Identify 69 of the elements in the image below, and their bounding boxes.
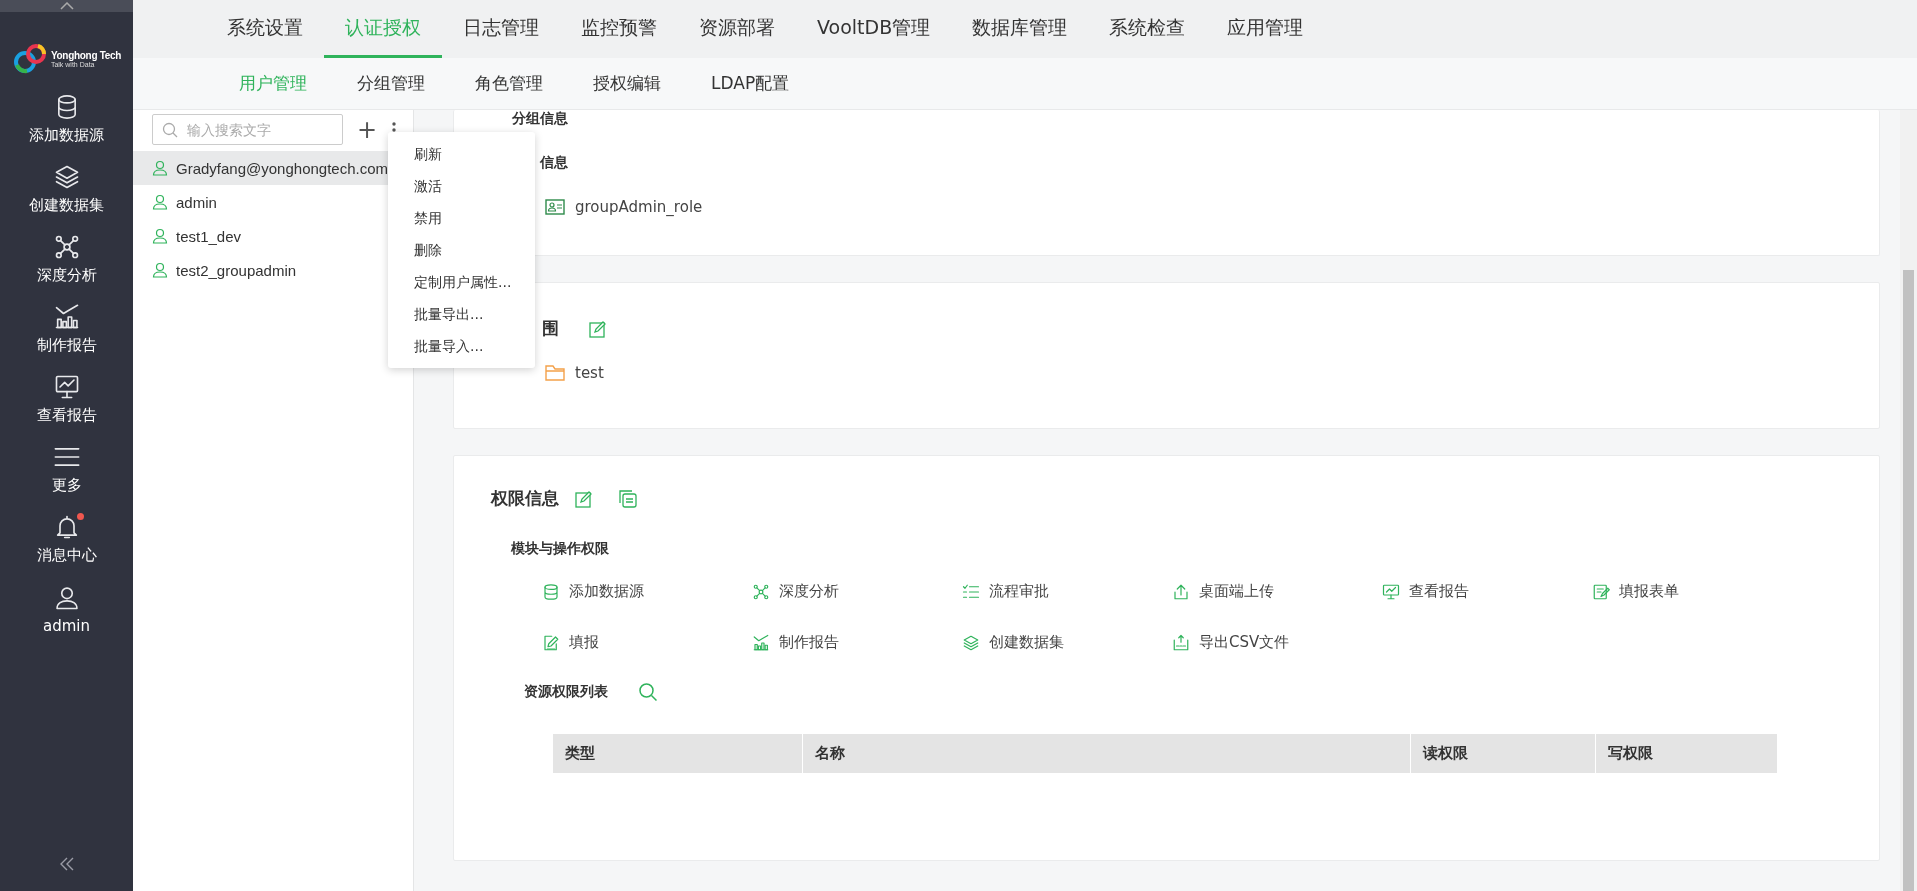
chevron-up-icon[interactable] (59, 2, 74, 10)
module-label: 创建数据集 (989, 633, 1064, 652)
nav-label[interactable]: 添加数据源 (29, 126, 104, 145)
top-tab[interactable]: 日志管理 (442, 0, 560, 58)
search-field[interactable]: 输入搜索文字 (152, 114, 343, 145)
scrollbar-thumb[interactable] (1903, 270, 1914, 891)
menu-item[interactable]: 批量导入... (388, 330, 535, 362)
logo-name: Yonghong Tech (50, 50, 122, 61)
top-tab[interactable]: 监控预警 (560, 0, 678, 58)
sub-tab[interactable]: 角色管理 (450, 58, 568, 109)
nav-label[interactable]: 创建数据集 (29, 196, 104, 215)
edit-icon[interactable] (575, 489, 593, 508)
user-icon (152, 160, 168, 176)
sub-tab[interactable]: 分组管理 (332, 58, 450, 109)
top-tab[interactable]: VooltDB管理 (796, 0, 952, 58)
network-icon (752, 582, 770, 601)
menu-item[interactable]: 批量导出... (388, 298, 535, 330)
section-subheading: 分组信息 (512, 110, 569, 128)
folder-name: test (575, 364, 604, 382)
module-label: 桌面端上传 (1199, 582, 1274, 601)
column-header: 写权限 (1596, 734, 1778, 773)
nav-label[interactable]: 查看报告 (36, 406, 97, 425)
module-label: 导出CSV文件 (1199, 633, 1290, 652)
module-label: 填报表单 (1619, 582, 1679, 601)
nav-label[interactable]: admin (43, 616, 90, 635)
nav-label[interactable]: 深度分析 (36, 266, 97, 285)
nav-label[interactable]: 更多 (51, 476, 82, 495)
collapse-icon[interactable] (58, 857, 75, 871)
column-header: 名称 (803, 734, 1411, 773)
top-tab[interactable]: 数据库管理 (951, 0, 1089, 58)
user-icon (152, 194, 168, 210)
column-header: 类型 (553, 734, 803, 773)
edit-document-icon (542, 633, 560, 652)
module-label: 添加数据源 (569, 582, 644, 601)
csv-file-icon (1172, 633, 1190, 652)
module-label: 填报 (569, 633, 599, 652)
sub-tab[interactable]: 授权编辑 (568, 58, 686, 109)
edit-icon[interactable] (589, 319, 607, 338)
top-tab[interactable]: 系统设置 (206, 0, 324, 58)
section-subheading: 模块与操作权限 (510, 540, 610, 558)
nav-label[interactable]: 消息中心 (36, 546, 97, 565)
search-icon[interactable] (638, 682, 658, 702)
role-name: groupAdmin_role (575, 198, 703, 216)
folder-icon (545, 365, 565, 381)
module-label: 深度分析 (779, 582, 839, 601)
section-subheading: 信息 (539, 154, 569, 172)
checklist-icon (962, 582, 980, 601)
user-icon (152, 228, 168, 244)
section-heading: 权限信息 (491, 487, 559, 510)
top-tab[interactable]: 系统检查 (1088, 0, 1207, 58)
add-button[interactable]: + (357, 117, 378, 142)
module-label: 制作报告 (779, 633, 839, 652)
section-subheading: 资源权限列表 (524, 683, 608, 701)
module-label: 查看报告 (1409, 582, 1469, 601)
user-icon (152, 262, 168, 278)
layers-icon (962, 633, 980, 652)
column-header: 读权限 (1411, 734, 1596, 773)
module-label: 流程审批 (989, 582, 1049, 601)
monitor-chart-icon (1382, 582, 1400, 601)
role-card-icon (545, 199, 565, 215)
top-tab[interactable]: 应用管理 (1206, 0, 1325, 58)
upload-icon (1172, 582, 1190, 601)
section-heading: 围 (542, 317, 559, 340)
bar-chart-icon (752, 633, 770, 652)
sub-tab[interactable]: LDAP配置 (686, 58, 815, 109)
nav-label[interactable]: 制作报告 (36, 336, 97, 355)
database-icon (542, 582, 560, 601)
top-tab[interactable]: 资源部署 (678, 0, 796, 58)
form-icon (1592, 582, 1610, 601)
